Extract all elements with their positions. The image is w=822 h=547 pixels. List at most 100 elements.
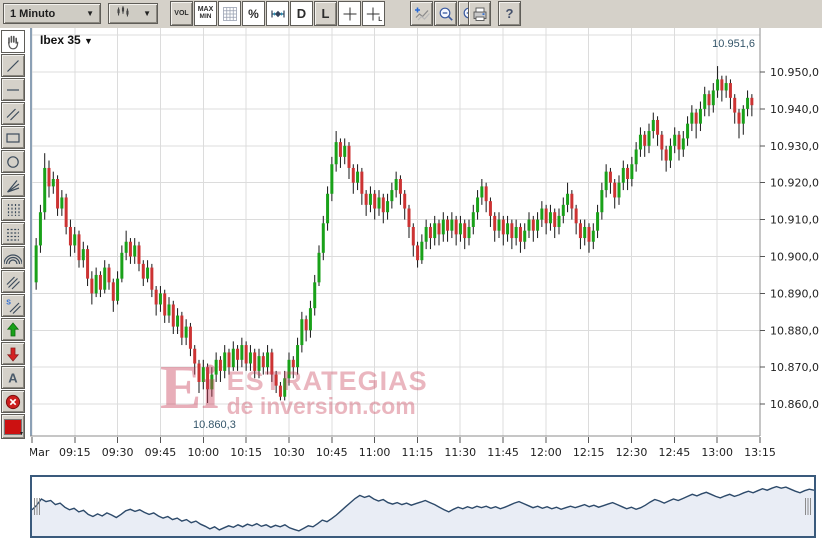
chart-type-dropdown[interactable]: ▼ <box>108 3 158 24</box>
day-scale-button[interactable]: D <box>290 1 313 26</box>
delete-icon <box>5 394 21 409</box>
arcs-icon <box>4 253 22 264</box>
crosshair-l-button[interactable]: L <box>362 1 385 26</box>
svg-text:10.900,0: 10.900,0 <box>770 251 819 264</box>
svg-text:S: S <box>6 299 11 306</box>
ellipse-tool-button[interactable] <box>1 150 25 173</box>
svg-text:12:30: 12:30 <box>616 446 648 459</box>
rectangle-tool-button[interactable] <box>1 126 25 149</box>
pan-tool-button[interactable] <box>1 30 25 53</box>
toolbar-button-group-print <box>468 1 491 26</box>
add-indicator-icon <box>414 7 430 20</box>
svg-text:10.920,0: 10.920,0 <box>770 177 819 190</box>
max-min-button[interactable]: MAX MIN <box>194 1 217 26</box>
svg-text:10.950,0: 10.950,0 <box>770 66 819 79</box>
svg-text:10.910,0: 10.910,0 <box>770 214 819 227</box>
svg-text:10:30: 10:30 <box>273 446 305 459</box>
svg-text:09:45: 09:45 <box>145 446 177 459</box>
svg-text:L: L <box>378 16 382 23</box>
percent-button[interactable]: % <box>242 1 265 26</box>
max-min-label: MAX <box>197 6 214 14</box>
horizontal-line-tool-button[interactable] <box>1 78 25 101</box>
svg-text:09:15: 09:15 <box>59 446 91 459</box>
chevron-down-icon: ▼ <box>143 9 151 18</box>
fan-lines-icon <box>7 179 20 193</box>
grid-button[interactable] <box>218 1 241 26</box>
crosshair-button[interactable] <box>338 1 361 26</box>
arrow-up-icon <box>6 321 20 336</box>
fan-lines-tool-button[interactable] <box>1 174 25 197</box>
s-channel-icon: S <box>6 299 21 314</box>
svg-text:10.940,0: 10.940,0 <box>770 103 819 116</box>
svg-text:10.880,0: 10.880,0 <box>770 324 819 337</box>
session-high-label: 10.951,6 <box>712 38 755 50</box>
arrow-down-tool-button[interactable] <box>1 342 25 365</box>
print-icon <box>473 7 486 21</box>
svg-text:11:00: 11:00 <box>359 446 391 459</box>
trading-app-window: 1 Minuto ▼ ▼ VOL MAX MIN% D L L ? S A ▾ Mar 09:1… <box>0 0 822 547</box>
chart-navigator[interactable] <box>30 475 816 538</box>
candlestick-chart[interactable]: Mar 09:15 09:30 09:45 10:00 10:15 10:30 10:45 11… <box>30 28 822 475</box>
arrow-down-icon <box>6 347 20 362</box>
percent-label: % <box>248 6 259 21</box>
toolbar-button-group-help: ? <box>498 1 521 26</box>
svg-text:10:00: 10:00 <box>187 446 219 459</box>
session-low-label: 10.860,3 <box>193 419 236 431</box>
crosshair-icon <box>343 7 356 20</box>
svg-text:10.860,0: 10.860,0 <box>770 398 819 411</box>
svg-text:10:45: 10:45 <box>316 446 348 459</box>
fibonacci-retracement-tool-button[interactable] <box>1 222 25 245</box>
day-scale-label: D <box>296 6 307 21</box>
text-note-tool-button[interactable]: A <box>1 366 25 389</box>
svg-text:10.930,0: 10.930,0 <box>770 140 819 153</box>
fibonacci-arcs-tool-button[interactable] <box>1 246 25 269</box>
symbol-selector[interactable]: Ibex 35 ▼ <box>40 33 93 47</box>
interval-dropdown[interactable]: 1 Minuto ▼ <box>3 3 101 24</box>
arrow-up-tool-button[interactable] <box>1 318 25 341</box>
range-band-button[interactable] <box>266 1 289 26</box>
parallel-lines-icon <box>6 108 20 120</box>
volume-label: VOL <box>174 10 189 17</box>
color-picker-tool-button[interactable]: ▾ <box>1 414 25 439</box>
svg-text:09:30: 09:30 <box>102 446 134 459</box>
interval-dropdown-value: 1 Minuto <box>10 7 56 20</box>
svg-text:11:30: 11:30 <box>444 446 476 459</box>
rectangle-icon <box>6 132 20 143</box>
volume-button[interactable]: VOL <box>170 1 193 26</box>
print-button[interactable] <box>468 1 491 26</box>
max-min-label-2: MIN <box>199 13 212 21</box>
trend-line-tool-button[interactable] <box>1 54 25 77</box>
drawing-tools-sidebar: S A ▾ <box>1 30 27 439</box>
delete-tool-button[interactable] <box>1 390 25 413</box>
s-channel-tool-button[interactable]: S <box>1 294 25 317</box>
svg-text:10.870,0: 10.870,0 <box>770 361 819 374</box>
speed-lines-tool-button[interactable] <box>1 270 25 293</box>
vertical-dashed-icon <box>7 203 20 216</box>
chevron-down-icon: ▾ <box>19 431 23 437</box>
help-button[interactable]: ? <box>498 1 521 26</box>
chevron-down-icon: ▼ <box>84 36 93 46</box>
svg-text:12:15: 12:15 <box>573 446 605 459</box>
horizontal-line-icon <box>7 88 19 91</box>
svg-text:12:00: 12:00 <box>530 446 562 459</box>
symbol-name: Ibex 35 <box>40 33 81 47</box>
line-scale-button[interactable]: L <box>314 1 337 26</box>
svg-text:13:15: 13:15 <box>744 446 776 459</box>
help-label: ? <box>505 6 514 21</box>
parallel-lines-tool-button[interactable] <box>1 102 25 125</box>
svg-text:11:15: 11:15 <box>402 446 434 459</box>
candlestick-icon <box>115 4 131 23</box>
ellipse-icon <box>7 155 19 168</box>
zoom-out-button[interactable] <box>434 1 457 26</box>
speed-lines-icon <box>6 276 20 289</box>
horizontal-dashed-icon <box>7 228 19 241</box>
svg-text:12:45: 12:45 <box>659 446 691 459</box>
range-icon <box>270 10 285 17</box>
chevron-down-icon: ▼ <box>86 9 94 18</box>
text-icon: A <box>8 370 18 385</box>
svg-text:10:15: 10:15 <box>230 446 262 459</box>
crosshair-l-icon: L <box>366 7 382 23</box>
fibonacci-time-zones-tool-button[interactable] <box>1 198 25 221</box>
add-indicator-button[interactable] <box>410 1 433 26</box>
trend-line-icon <box>7 59 19 72</box>
